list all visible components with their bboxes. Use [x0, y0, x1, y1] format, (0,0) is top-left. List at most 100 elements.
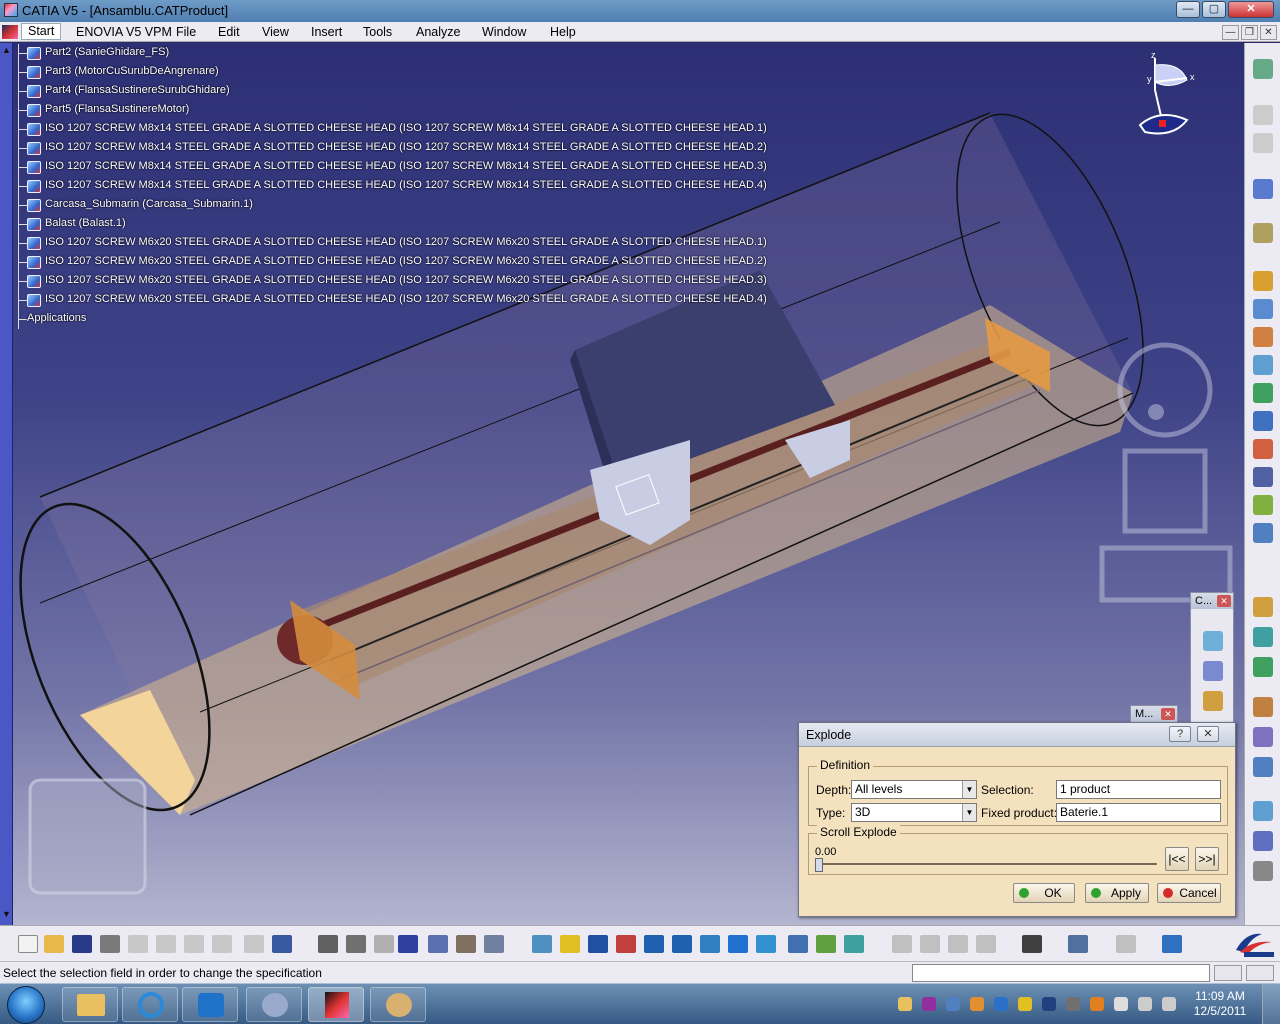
tray-onenote-icon[interactable] [922, 997, 936, 1011]
show-desktop-button[interactable] [1262, 984, 1280, 1024]
paint-taskbar-icon[interactable] [370, 987, 426, 1022]
whats-this-icon[interactable] [272, 935, 292, 953]
help-button[interactable]: ? [1169, 726, 1191, 742]
tray-teamviewer-icon[interactable] [1042, 997, 1056, 1011]
workbench-icon[interactable] [1253, 59, 1273, 79]
tray-monitor-icon[interactable] [1138, 997, 1152, 1011]
explorer-taskbar-icon[interactable] [62, 987, 118, 1022]
scroll-down-icon[interactable]: ▼ [2, 909, 11, 919]
maximize-button[interactable]: ▢ [1202, 1, 1226, 18]
offset-icon[interactable] [1253, 657, 1273, 677]
open-folder-icon[interactable] [44, 935, 64, 953]
document-restore-button[interactable]: ❐ [1241, 25, 1258, 40]
fixed-product-field[interactable]: Baterie.1 [1056, 803, 1221, 822]
cancel-button[interactable]: Cancel [1157, 883, 1221, 903]
manipulate-icon[interactable] [1253, 223, 1273, 243]
explode-icon[interactable] [1253, 523, 1273, 543]
constraint-icon[interactable] [1203, 631, 1223, 651]
insert-icon[interactable] [1253, 355, 1273, 375]
arrow-icon[interactable] [1253, 861, 1273, 881]
scroll-explode-track[interactable] [815, 863, 1157, 865]
scroll-up-icon[interactable]: ▲ [2, 45, 11, 55]
fly-mode-icon[interactable] [532, 935, 552, 953]
contact-icon[interactable] [1253, 627, 1273, 647]
catia-menu-icon[interactable] [2, 25, 18, 39]
menu-view[interactable]: View [262, 25, 289, 39]
undo-icon[interactable] [212, 935, 232, 953]
manipulate-icon[interactable] [1203, 691, 1223, 711]
fit-all-icon[interactable] [560, 935, 580, 953]
text-abc-icon[interactable] [1253, 831, 1273, 851]
type-select[interactable]: 3D ▼ [851, 803, 977, 822]
save-icon[interactable] [72, 935, 92, 953]
close-button[interactable]: ✕ [1228, 1, 1274, 18]
tray-flag-icon[interactable] [1114, 997, 1128, 1011]
text-icon[interactable] [1253, 467, 1273, 487]
move-icon[interactable] [1253, 439, 1273, 459]
menu-enovia[interactable]: ENOVIA V5 VPM [76, 25, 172, 39]
tray-messenger-icon[interactable] [970, 997, 984, 1011]
menu-file[interactable]: File [176, 25, 196, 39]
multi-view-icon[interactable] [728, 935, 748, 953]
scroll-explode-slider[interactable] [815, 858, 823, 872]
tray-folder-icon[interactable] [898, 997, 912, 1011]
minimize-button[interactable]: — [1176, 1, 1200, 18]
redo-icon[interactable] [244, 935, 264, 953]
fix-icon[interactable] [1253, 727, 1273, 747]
hide-show-icon[interactable] [816, 935, 836, 953]
tree-icon[interactable] [428, 935, 448, 953]
floating-toolbar-c-close-button[interactable]: ✕ [1217, 595, 1231, 607]
cube-constraint-icon[interactable] [1203, 661, 1223, 681]
camera-icon[interactable] [1022, 935, 1042, 953]
pan-icon[interactable] [588, 935, 608, 953]
tray-java-icon[interactable] [1090, 997, 1104, 1011]
depth-select[interactable]: All levels ▼ [851, 780, 977, 799]
copy-icon[interactable] [156, 935, 176, 953]
windows-start-icon[interactable] [7, 986, 45, 1024]
explode-last-button[interactable]: >>| [1195, 847, 1219, 871]
tray-volume-icon[interactable] [1162, 997, 1176, 1011]
internet-explorer-taskbar-icon[interactable] [122, 987, 178, 1022]
paste-icon[interactable] [184, 935, 204, 953]
cut-icon[interactable] [128, 935, 148, 953]
section-icon[interactable] [1162, 935, 1182, 953]
menu-help[interactable]: Help [550, 25, 576, 39]
chevron-down-icon[interactable]: ▼ [962, 804, 976, 821]
tray-network-icon[interactable] [946, 997, 960, 1011]
menu-start[interactable]: Start [21, 23, 62, 40]
floating-toolbar-c[interactable]: C... ✕ [1190, 592, 1234, 724]
catalog-icon[interactable] [484, 935, 504, 953]
power-input-field[interactable] [912, 964, 1210, 982]
apply-button[interactable]: Apply [1085, 883, 1149, 903]
gear-icon[interactable] [1253, 271, 1273, 291]
status-button-2[interactable] [1246, 965, 1274, 981]
print-icon[interactable] [100, 935, 120, 953]
angle-icon[interactable] [1253, 697, 1273, 717]
teamviewer-taskbar-icon[interactable] [182, 987, 238, 1022]
selection-field[interactable]: 1 product [1056, 780, 1221, 799]
reorder-icon[interactable] [1253, 411, 1273, 431]
document-minimize-button[interactable]: — [1222, 25, 1239, 40]
menu-window[interactable]: Window [482, 25, 526, 39]
menu-insert[interactable]: Insert [311, 25, 342, 39]
new-file-icon[interactable] [18, 935, 38, 953]
tray-clock-app-icon[interactable] [1066, 997, 1080, 1011]
menu-edit[interactable]: Edit [218, 25, 240, 39]
swap-space-icon[interactable] [844, 935, 864, 953]
select-arrow-icon[interactable] [1253, 179, 1273, 199]
chat-taskbar-icon[interactable] [246, 987, 302, 1022]
menu-analyze[interactable]: Analyze [416, 25, 460, 39]
tray-skype-icon[interactable] [994, 997, 1008, 1011]
measure-icon[interactable] [1068, 935, 1088, 953]
zoom-out-icon[interactable] [672, 935, 692, 953]
zoom-in-icon[interactable] [644, 935, 664, 953]
explode-first-button[interactable]: |<< [1165, 847, 1189, 871]
formula-icon[interactable] [318, 935, 338, 953]
floating-toolbar-m-close-button[interactable]: ✕ [1161, 708, 1175, 720]
shading-icon[interactable] [788, 935, 808, 953]
normal-view-icon[interactable] [700, 935, 720, 953]
lock-icon[interactable] [456, 935, 476, 953]
knowledge-icon[interactable] [374, 935, 394, 953]
catia-taskbar-icon[interactable] [308, 987, 364, 1022]
menu-tools[interactable]: Tools [363, 25, 392, 39]
